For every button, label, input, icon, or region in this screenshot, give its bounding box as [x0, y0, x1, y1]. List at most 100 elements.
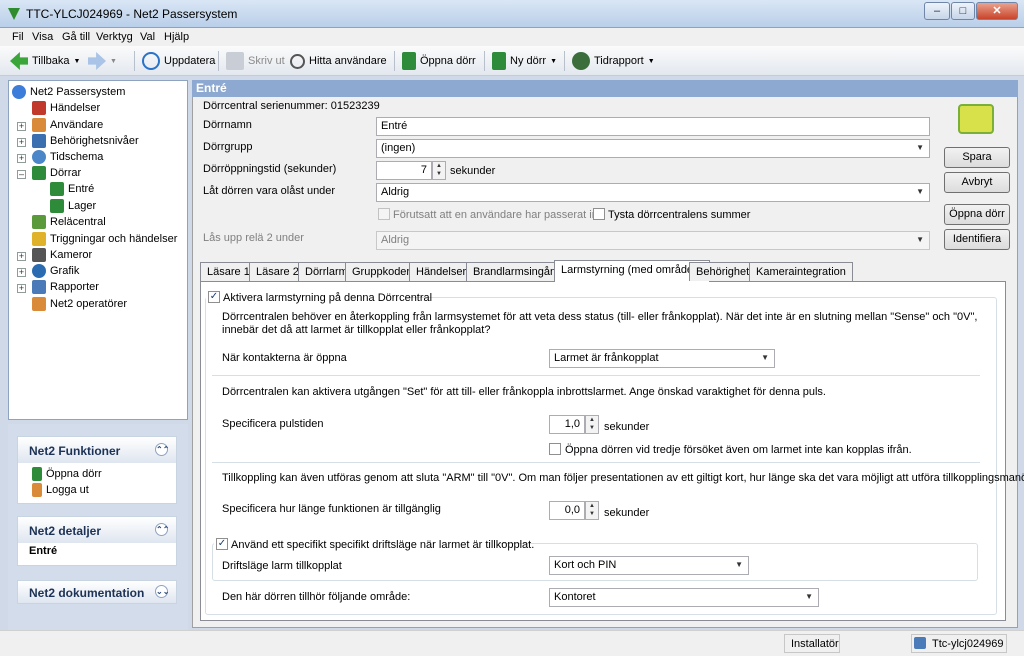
- navigation-tree: Net2 Passersystem Händelser + Användare …: [8, 80, 188, 420]
- expand-graphics[interactable]: +: [17, 268, 26, 277]
- pulse-time-unit: sekunder: [604, 421, 650, 433]
- tree-item-cameras[interactable]: Kameror: [32, 247, 92, 263]
- minimize-button[interactable]: –: [924, 2, 950, 20]
- contacts-open-select[interactable]: Larmet är frånkopplat: [549, 349, 775, 368]
- print-button[interactable]: Skriv ut: [226, 50, 285, 72]
- tree-item-operators[interactable]: Net2 operatörer: [32, 296, 127, 312]
- maximize-button[interactable]: □: [951, 2, 975, 20]
- tree-item-doors[interactable]: Dörrar: [32, 165, 81, 181]
- eye-icon: [32, 264, 46, 278]
- forward-button[interactable]: ▼: [88, 50, 117, 72]
- relay-icon: [32, 215, 46, 229]
- third-try-checkbox[interactable]: [549, 443, 561, 455]
- expand-chevron-icon[interactable]: ⌄⌄: [155, 585, 169, 598]
- door-icon: [402, 52, 416, 70]
- tree-item-door-lager[interactable]: Lager: [50, 198, 96, 214]
- tab-group-codes[interactable]: Gruppkoder: [345, 262, 418, 281]
- back-button[interactable]: Tillbaka ▼: [10, 50, 80, 72]
- collapse-chevron-icon[interactable]: ⌃⌃: [155, 443, 169, 456]
- tree-item-graphics[interactable]: Grafik: [32, 263, 79, 279]
- armed-mode-select[interactable]: Kort och PIN: [549, 556, 749, 575]
- open-door-button[interactable]: Öppna dörr: [944, 204, 1010, 225]
- specific-mode-checkbox[interactable]: ✓: [216, 538, 228, 550]
- user-icon: [32, 483, 42, 497]
- expand-access-levels[interactable]: +: [17, 138, 26, 147]
- relay2-label: Lås upp relä 2 under: [203, 232, 304, 244]
- tree-item-access-levels[interactable]: Behörighetsnivåer: [32, 133, 139, 149]
- relay2-select[interactable]: Aldrig: [376, 231, 930, 250]
- door-icon: [50, 182, 64, 196]
- expand-users[interactable]: +: [17, 122, 26, 131]
- expand-cameras[interactable]: +: [17, 252, 26, 261]
- area-select[interactable]: Kontoret: [549, 588, 819, 607]
- save-button[interactable]: Spara: [944, 147, 1010, 168]
- availability-spinner[interactable]: ▲ ▼: [585, 501, 599, 520]
- tree-item-root[interactable]: Net2 Passersystem: [12, 84, 125, 100]
- toolbar: Tillbaka ▼ ▼ Uppdatera Skriv ut Hitta anv…: [0, 46, 1024, 76]
- access-levels-icon: [32, 134, 46, 148]
- pulse-description: Dörrcentralen kan aktivera utgången "Set…: [222, 386, 826, 398]
- provided-checkbox[interactable]: [378, 208, 390, 220]
- tree-item-events[interactable]: Händelser: [32, 100, 100, 116]
- details-panel-header[interactable]: Net2 detaljer ⌃⌃: [18, 517, 176, 543]
- expand-reports[interactable]: +: [17, 284, 26, 293]
- refresh-button[interactable]: Uppdatera: [142, 50, 215, 72]
- open-door-toolbar-button[interactable]: Öppna dörr: [402, 50, 476, 72]
- net2-logo-icon: [8, 8, 20, 20]
- armed-mode-label: Driftsläge larm tillkopplat: [222, 560, 342, 572]
- enable-alarm-checkbox[interactable]: ✓: [208, 291, 220, 303]
- tab-events[interactable]: Händelser: [409, 262, 474, 281]
- door-name-input[interactable]: Entré: [376, 117, 930, 136]
- clock-icon: [572, 52, 590, 70]
- docs-panel-header[interactable]: Net2 dokumentation ⌄⌄: [18, 581, 176, 603]
- tree-item-timezones[interactable]: Tidschema: [32, 149, 103, 165]
- menu-options[interactable]: Val: [140, 31, 155, 43]
- tree-item-relay[interactable]: Reläcentral: [32, 214, 106, 230]
- collapse-doors[interactable]: –: [17, 170, 26, 179]
- door-icon: [32, 467, 42, 481]
- open-time-unit: sekunder: [450, 165, 496, 177]
- unlocked-label: Låt dörren vara olåst under: [203, 185, 336, 197]
- panel-logout-link[interactable]: Logga ut: [32, 482, 89, 498]
- menu-tools[interactable]: Verktyg: [96, 31, 133, 43]
- events-icon: [32, 101, 46, 115]
- collapse-chevron-icon[interactable]: ⌃⌃: [155, 523, 169, 536]
- open-time-input[interactable]: 7: [376, 161, 432, 180]
- new-door-icon: [492, 52, 506, 70]
- close-button[interactable]: ✕: [976, 2, 1018, 20]
- silence-buzzer-label: Tysta dörrcentralens summer: [608, 209, 751, 221]
- door-controller-icon: [958, 104, 994, 134]
- menu-view[interactable]: Visa: [32, 31, 53, 43]
- tab-permission[interactable]: Behörighet: [689, 262, 757, 281]
- page-title: Entré: [192, 80, 1018, 97]
- menu-bar: Fil Visa Gå till Verktyg Val Hjälp: [0, 28, 1024, 46]
- tab-camera-integration[interactable]: Kameraintegration: [749, 262, 853, 281]
- time-report-button[interactable]: Tidrapport ▼: [572, 50, 655, 72]
- refresh-icon: [142, 52, 160, 70]
- menu-help[interactable]: Hjälp: [164, 31, 189, 43]
- pulse-time-input[interactable]: 1,0: [549, 415, 585, 434]
- unlocked-select[interactable]: Aldrig: [376, 183, 930, 202]
- door-group-label: Dörrgrupp: [203, 141, 253, 153]
- door-group-select[interactable]: (ingen): [376, 139, 930, 158]
- tree-item-users[interactable]: Användare: [32, 117, 103, 133]
- new-door-button[interactable]: Ny dörr ▼: [492, 50, 557, 72]
- identify-button[interactable]: Identifiera: [944, 229, 1010, 250]
- availability-input[interactable]: 0,0: [549, 501, 585, 520]
- menu-file[interactable]: Fil: [12, 31, 24, 43]
- cancel-button[interactable]: Avbryt: [944, 172, 1010, 193]
- tree-item-triggers[interactable]: Triggningar och händelser: [32, 231, 177, 247]
- expand-timezones[interactable]: +: [17, 154, 26, 163]
- find-user-button[interactable]: Hitta användare: [290, 50, 387, 72]
- availability-label: Specificera hur länge funktionen är till…: [222, 503, 441, 515]
- tree-item-reports[interactable]: Rapporter: [32, 279, 99, 295]
- functions-panel-header[interactable]: Net2 Funktioner ⌃⌃: [18, 437, 176, 463]
- tab-alarm-control[interactable]: Larmstyrning (med områden): [554, 260, 710, 282]
- menu-goto[interactable]: Gå till: [62, 31, 90, 43]
- tree-item-door-entre[interactable]: Entré: [50, 181, 94, 197]
- status-bar: Installatör Ttc-ylcj024969: [0, 630, 1024, 656]
- panel-open-door-link[interactable]: Öppna dörr: [32, 466, 102, 482]
- pulse-time-spinner[interactable]: ▲ ▼: [585, 415, 599, 434]
- open-time-spinner[interactable]: ▲ ▼: [432, 161, 446, 180]
- silence-buzzer-checkbox[interactable]: [593, 208, 605, 220]
